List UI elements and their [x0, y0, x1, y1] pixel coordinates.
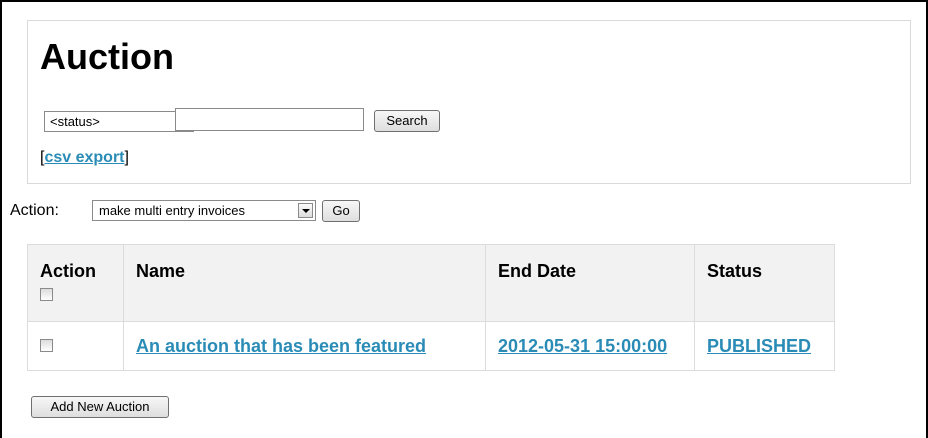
- header-name[interactable]: Name: [123, 244, 486, 322]
- status-select-value: <status>: [50, 114, 100, 129]
- auction-end-date-link[interactable]: 2012-05-31 15:00:00: [498, 336, 667, 356]
- row-end-date-cell: 2012-05-31 15:00:00: [485, 321, 695, 371]
- auction-table: Action Name End Date Status An auction t…: [27, 244, 835, 371]
- table-row: An auction that has been featured 2012-0…: [27, 321, 835, 371]
- go-button[interactable]: Go: [322, 200, 360, 222]
- table-header-row: Action Name End Date Status: [27, 244, 835, 322]
- bulk-action-select[interactable]: make multi entry invoices: [92, 200, 316, 221]
- search-panel: Auction <status> Search [csv export]: [27, 20, 911, 184]
- row-status-cell: PUBLISHED: [694, 321, 835, 371]
- row-action-cell: [27, 321, 124, 371]
- row-name-cell: An auction that has been featured: [123, 321, 486, 371]
- row-checkbox[interactable]: [40, 338, 53, 352]
- header-status[interactable]: Status: [694, 244, 835, 322]
- auction-name-link[interactable]: An auction that has been featured: [136, 336, 426, 356]
- bracket-close: ]: [124, 149, 129, 166]
- select-all-checkbox[interactable]: [40, 288, 53, 301]
- csv-export: [csv export]: [40, 149, 129, 167]
- bulk-action-value: make multi entry invoices: [99, 203, 245, 218]
- dropdown-arrow-icon[interactable]: [298, 203, 313, 218]
- add-new-auction-button[interactable]: Add New Auction: [31, 396, 169, 418]
- bulk-action-label: Action:: [10, 202, 59, 219]
- auction-status-link[interactable]: PUBLISHED: [707, 336, 811, 356]
- header-action-label: Action: [40, 261, 96, 281]
- status-select[interactable]: <status>: [44, 111, 194, 132]
- csv-export-link[interactable]: csv export: [44, 149, 124, 166]
- search-input[interactable]: [175, 108, 364, 131]
- page-title: Auction: [40, 36, 174, 77]
- header-end-date[interactable]: End Date: [485, 244, 695, 322]
- search-button[interactable]: Search: [374, 110, 440, 132]
- header-action: Action: [27, 244, 124, 322]
